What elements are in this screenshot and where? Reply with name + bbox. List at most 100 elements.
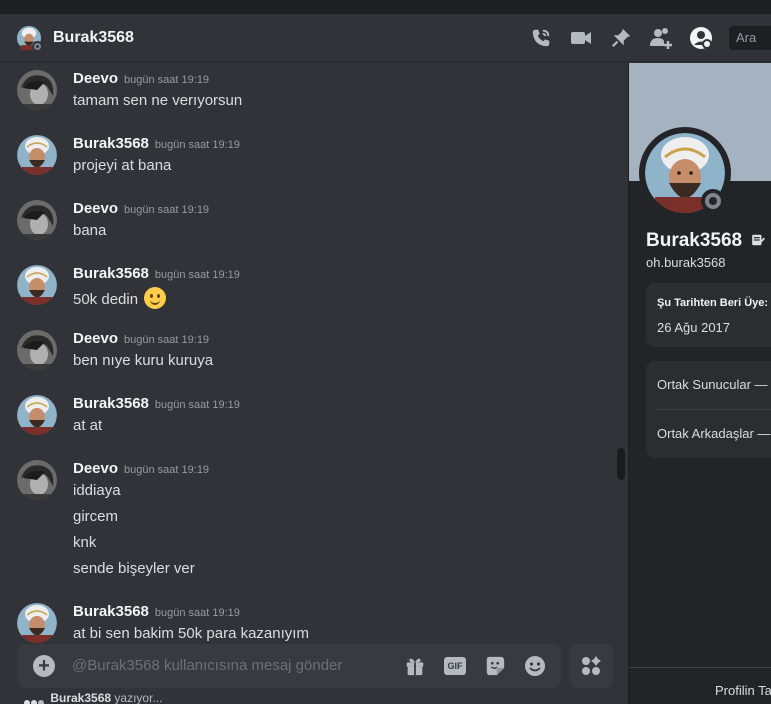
message-avatar[interactable] [17,330,57,370]
gift-icon[interactable] [403,654,427,678]
author-name[interactable]: Deevo [73,70,118,87]
message-timestamp: bugün saat 19:19 [124,334,210,346]
profile-username: oh.burak3568 [646,255,726,270]
message-avatar[interactable] [17,265,57,305]
sticker-icon[interactable] [483,654,507,678]
message-author[interactable]: Burak3568 bugün saat 19:19 [73,603,240,620]
typing-indicator: Burak3568 yazıyor... [24,691,163,704]
header-avatar[interactable] [17,26,43,52]
author-name[interactable]: Burak3568 [73,135,149,152]
message-text-content: bana [73,222,107,239]
pin-icon[interactable] [609,26,633,50]
message-text-content: 50k dedin [73,291,139,308]
profile-offline-status-icon [701,189,725,213]
message-item[interactable]: Deevo bugün saat 19:19 iddiaya gircem knk sen… [0,457,610,577]
message-text: at bi sen bakim 50k para kazanıyım [73,625,309,642]
member-since-value: 26 Ağu 2017 [657,320,731,335]
message-avatar[interactable] [17,200,57,240]
message-text: 50k dedin [73,287,167,309]
message-author[interactable]: Burak3568 bugün saat 19:19 [73,265,240,282]
message-avatar[interactable] [17,460,57,500]
message-text: iddiaya [73,482,121,499]
sultan-avatar-icon [17,135,57,175]
deevo-avatar-icon [17,460,57,500]
message-list: Deevo bugün saat 19:19 tamam sen ne verıyo… [0,63,628,704]
message-text: ben nıye kuru kuruya [73,352,213,369]
gif-label: GIF [444,657,466,675]
message-composer[interactable]: + @Burak3568 kullanıcısına mesaj gönder … [17,644,561,688]
message-author[interactable]: Deevo bugün saat 19:19 [73,200,209,217]
message-author[interactable]: Burak3568 bugün saat 19:19 [73,135,240,152]
message-text: projeyi at bana [73,157,171,174]
message-text-content: projeyi at bana [73,157,172,174]
author-name[interactable]: Burak3568 [73,265,149,282]
message-avatar[interactable] [17,70,57,110]
mutual-friends-item[interactable]: Ortak Arkadaşlar — [657,426,770,441]
message-item[interactable]: Deevo bugün saat 19:19 bana [0,197,610,240]
message-item[interactable]: Deevo bugün saat 19:19 ben nıye kuru kuruy… [0,327,610,370]
note-icon[interactable] [751,233,766,247]
message-text-content: sende bişeyler ver [73,560,195,577]
author-name[interactable]: Deevo [73,460,118,477]
message-timestamp: bugün saat 19:19 [154,139,240,151]
message-text: tamam sen ne verıyorsun [73,92,242,109]
header-status-dot [32,41,43,52]
message-text-content: tamam sen ne verıyorsun [73,92,243,109]
message-timestamp: bugün saat 19:19 [154,399,240,411]
message-text-content: at bi sen bakim 50k para kazanıyım [73,625,309,642]
message-author[interactable]: Deevo bugün saat 19:19 [73,460,209,477]
header-title: Burak3568 [53,29,134,46]
emoji-picker-icon[interactable] [523,654,547,678]
message-timestamp: bugün saat 19:19 [124,204,210,216]
deevo-avatar-icon [17,70,57,110]
phone-call-icon[interactable] [529,26,553,50]
smiling-face-emoji-icon [144,287,167,309]
typing-suffix: yazıyor... [114,691,163,704]
message-item[interactable]: Burak3568 bugün saat 19:19 50k dedin [0,262,610,309]
message-avatar[interactable] [17,135,57,175]
message-item[interactable]: Burak3568 bugün saat 19:19 projeyi at bana [0,132,610,175]
sultan-avatar-icon [17,603,57,643]
message-author[interactable]: Burak3568 bugün saat 19:19 [73,395,240,412]
deevo-avatar-icon [17,200,57,240]
author-name[interactable]: Burak3568 [73,603,149,620]
author-name[interactable]: Deevo [73,330,118,347]
view-full-profile-link[interactable]: Profilin Ta [715,683,771,698]
author-name[interactable]: Burak3568 [73,395,149,412]
message-text-content: at at [73,417,103,434]
apps-icon [582,656,601,675]
message-text-content: iddiaya [73,482,121,499]
window-top-strip [0,0,771,14]
message-text: sende bişeyler ver [73,560,195,577]
attach-plus-icon[interactable]: + [33,655,55,677]
message-text-content: ben nıye kuru kuruya [73,352,214,369]
add-friend-icon[interactable] [649,26,673,50]
sultan-avatar-icon [17,265,57,305]
message-text: bana [73,222,106,239]
message-text-content: gircem [73,508,119,525]
mutuals-divider [657,409,771,410]
message-timestamp: bugün saat 19:19 [154,607,240,619]
gif-icon[interactable]: GIF [443,654,467,678]
message-author[interactable]: Deevo bugün saat 19:19 [73,330,209,347]
mutuals-card: Ortak Sunucular — Ortak Arkadaşlar — [646,361,771,458]
video-camera-icon[interactable] [569,26,593,50]
author-name[interactable]: Deevo [73,200,118,217]
message-item[interactable]: Burak3568 bugün saat 19:19 at bi sen bakim… [0,600,610,643]
message-author[interactable]: Deevo bugün saat 19:19 [73,70,209,87]
message-timestamp: bugün saat 19:19 [124,74,210,86]
message-input[interactable]: @Burak3568 kullanıcısına mesaj gönder [72,657,342,674]
message-avatar[interactable] [17,395,57,435]
message-text: knk [73,534,96,551]
chat-scrollbar-thumb[interactable] [617,448,625,480]
message-timestamp: bugün saat 19:19 [124,464,210,476]
typing-dots-icon [24,695,45,704]
search-input[interactable]: Ara [729,26,771,50]
message-avatar[interactable] [17,603,57,643]
member-since-label: Şu Tarihten Beri Üye: [657,297,769,309]
message-item[interactable]: Burak3568 bugün saat 19:19 at at [0,392,610,435]
mutual-servers-item[interactable]: Ortak Sunucular — [657,377,768,392]
message-item[interactable]: Deevo bugün saat 19:19 tamam sen ne verıyo… [0,67,610,110]
apps-button[interactable] [569,644,613,688]
user-profile-icon[interactable] [689,26,713,50]
